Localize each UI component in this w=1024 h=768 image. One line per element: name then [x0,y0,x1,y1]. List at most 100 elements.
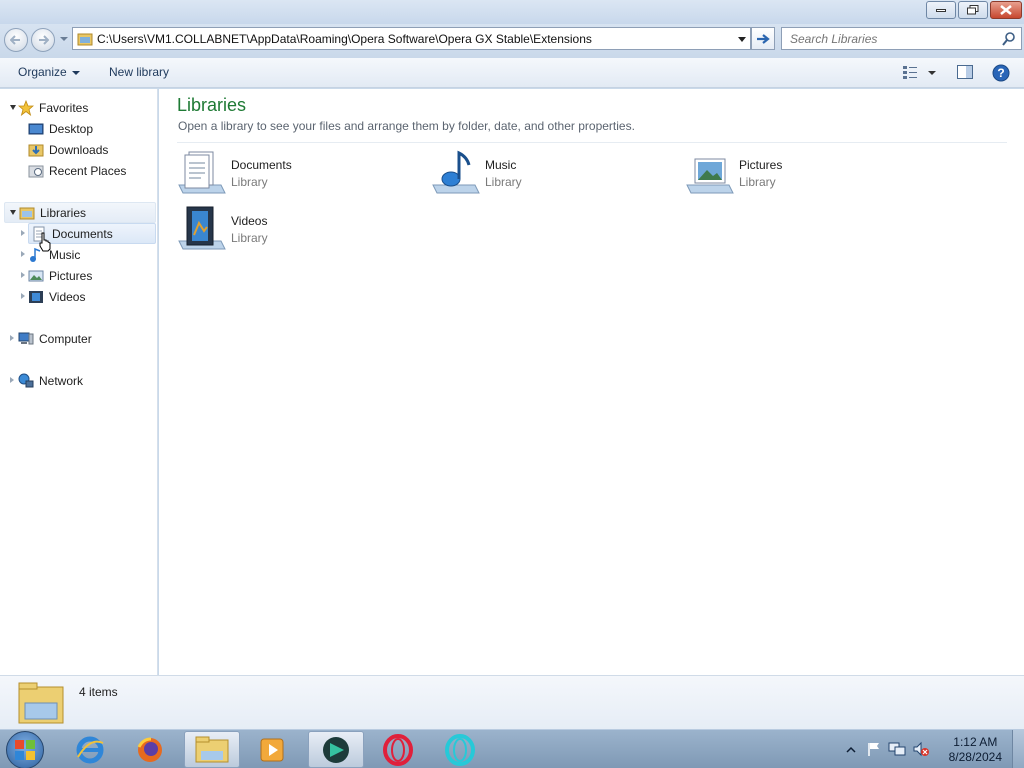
taskbar-opera-gx[interactable] [432,731,488,768]
title-bar [0,0,1024,24]
desktop-icon [28,123,44,134]
help-icon: ? [992,64,1010,82]
new-library-label: New library [109,65,170,79]
nav-documents-label: Documents [52,226,113,241]
nav-libraries[interactable]: Libraries [4,202,156,223]
change-view-button[interactable] [902,64,938,83]
taskbar-app[interactable] [308,731,364,768]
show-hidden-icons-icon[interactable] [846,746,856,754]
libraries-folder-icon [18,682,64,724]
back-arrow-icon [10,35,20,45]
music-library-icon [432,150,480,194]
close-icon [991,2,1021,18]
network-status-icon[interactable] [888,741,906,757]
library-tile-pictures[interactable]: Pictures Library [685,149,925,201]
nav-network-label: Network [39,373,84,388]
nav-music[interactable]: Music [28,244,80,265]
show-desktop-button[interactable] [1012,730,1024,768]
nav-network[interactable]: Network [18,370,83,391]
tile-name: Music [485,158,517,172]
nav-desktop[interactable]: Desktop [28,118,93,139]
pictures-icon [28,270,44,281]
computer-expand-icon[interactable] [10,335,14,341]
window-controls [926,1,1022,19]
item-count: 4 items [79,685,118,699]
taskbar-opera[interactable] [370,731,426,768]
nav-libraries-label: Libraries [40,205,87,220]
address-bar[interactable] [72,27,751,50]
tile-name: Documents [231,158,292,172]
go-arrow-icon [757,33,770,44]
address-input[interactable] [97,31,727,46]
system-tray: 1:12 AM 8/28/2024 [824,730,1024,768]
tile-type: Library [231,175,268,189]
restore-icon [959,2,987,18]
network-icon [18,373,34,387]
nav-pictures[interactable]: Pictures [28,265,92,286]
chevron-down-icon [71,70,80,75]
action-center-flag-icon[interactable] [866,741,882,757]
nav-recent-places-label: Recent Places [49,163,127,178]
music-expand-icon[interactable] [21,251,25,257]
media-player-icon [260,738,284,761]
help-button[interactable]: ? [992,64,1010,85]
taskbar-firefox[interactable] [122,731,178,768]
nav-computer-label: Computer [39,331,92,346]
go-button[interactable] [751,27,775,50]
firefox-icon [137,737,162,762]
clock[interactable]: 1:12 AM 8/28/2024 [949,735,1002,765]
nav-pictures-label: Pictures [49,268,93,283]
preview-pane-icon [957,65,973,79]
minimize-icon [927,2,955,18]
organize-label: Organize [18,65,67,79]
library-tile-documents[interactable]: Documents Library [177,149,417,201]
view-options-icon [903,66,936,79]
documents-expand-icon[interactable] [21,230,25,236]
tile-type: Library [485,175,522,189]
organize-menu[interactable]: Organize [18,65,80,79]
restore-button[interactable] [958,1,988,19]
opera-icon [383,733,413,766]
taskbar-internet-explorer[interactable] [62,731,118,768]
app-icon [323,736,349,763]
opera-gx-icon [445,733,475,766]
library-tile-music[interactable]: Music Library [431,149,671,201]
documents-library-icon [178,151,226,194]
videos-expand-icon[interactable] [21,293,25,299]
network-expand-icon[interactable] [10,377,14,383]
recent-places-icon [28,165,44,177]
forward-button[interactable] [31,28,55,52]
clock-date: 8/28/2024 [948,750,1002,764]
tile-type: Library [231,231,268,245]
taskbar-file-explorer[interactable] [184,731,240,768]
address-row [0,24,1024,58]
libraries-expand-icon[interactable] [10,210,16,215]
nav-favorites[interactable]: Favorites [18,97,88,118]
nav-videos-label: Videos [49,289,86,304]
nav-recent-places[interactable]: Recent Places [28,160,126,181]
search-icon[interactable] [1002,31,1016,47]
volume-muted-icon[interactable] [912,741,930,757]
nav-favorites-label: Favorites [39,100,89,115]
pictures-expand-icon[interactable] [21,272,25,278]
windows-logo-icon [15,740,35,760]
start-button[interactable] [6,731,44,768]
new-library-button[interactable]: New library [109,65,169,79]
preview-pane-button[interactable] [957,64,973,83]
search-box[interactable] [781,27,1022,50]
close-button[interactable] [990,1,1022,19]
taskbar-media-player[interactable] [244,731,300,768]
library-tile-videos[interactable]: Videos Library [177,205,417,257]
tile-type: Library [739,175,776,189]
taskbar: 1:12 AM 8/28/2024 [0,729,1024,768]
back-button[interactable] [4,28,28,52]
nav-computer[interactable]: Computer [18,328,92,349]
address-dropdown-icon[interactable] [738,37,746,42]
favorites-expand-icon[interactable] [10,105,16,110]
search-input[interactable] [782,28,992,49]
nav-downloads-label: Downloads [49,142,109,157]
nav-downloads[interactable]: Downloads [28,139,108,160]
recent-pages-dropdown[interactable] [60,37,68,41]
minimize-button[interactable] [926,1,956,19]
nav-videos[interactable]: Videos [28,286,85,307]
